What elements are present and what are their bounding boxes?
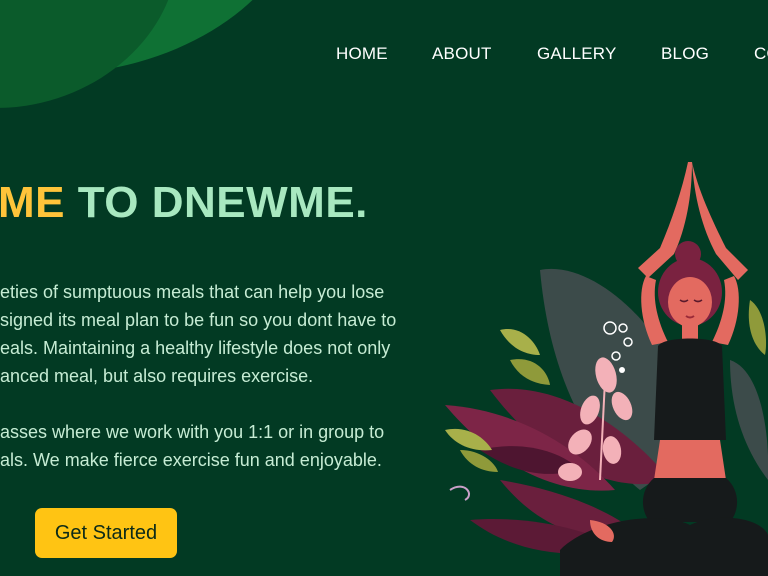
hero-description-line: anced meal, but also requires exercise. [0,366,314,386]
hero-description-line: eals. Maintaining a healthy lifestyle do… [0,338,391,358]
hero-classes-line: asses where we work with you 1:1 or in g… [0,422,385,442]
hero-classes-line: als. We make fierce exercise fun and enj… [0,450,382,470]
nav-blog-link[interactable]: BLOG [661,44,709,64]
hero-description: eties of sumptuous meals that can help y… [0,278,396,390]
nav-home-link[interactable]: HOME [336,44,388,64]
nav-about-link[interactable]: ABOUT [432,44,492,64]
hero-classes-description: asses where we work with you 1:1 or in g… [0,418,384,474]
hero-description-line: signed its meal plan to be fun so you do… [0,310,397,330]
hero-title-rest: TO DNEWME. [65,178,368,227]
hero-title-accent: ME [0,178,65,227]
hero-title: ME TO DNEWME. [0,178,368,228]
yoga-woman-meditating-illustration [445,162,768,576]
nav-gallery-link[interactable]: GALLERY [537,44,617,64]
nav-contact-link[interactable]: CO [754,44,768,64]
get-started-button[interactable]: Get Started [35,508,177,558]
main-nav: HOME ABOUT GALLERY BLOG CO [336,44,768,68]
hero-description-line: eties of sumptuous meals that can help y… [0,282,385,302]
